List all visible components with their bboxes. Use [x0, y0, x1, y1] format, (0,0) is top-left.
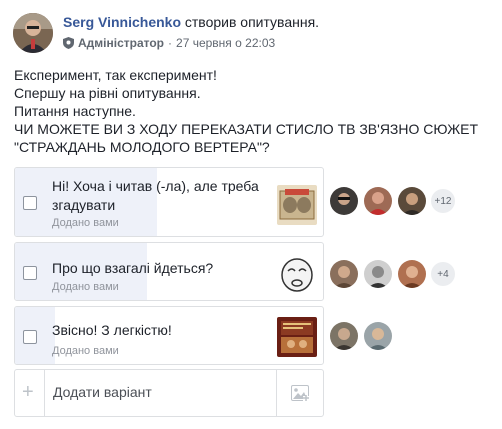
author-name-link[interactable]: Serg Vinnichenko — [63, 14, 181, 30]
poll-option-label-line: Звісно! З легкістю! — [52, 322, 172, 338]
voter-avatar[interactable] — [397, 259, 427, 289]
meta-separator: · — [168, 36, 173, 50]
poll-option-label: Про що взагалі йдеться? — [52, 259, 213, 278]
voter-avatar[interactable] — [329, 321, 359, 351]
poll-option-label: Звісно! З легкістю! — [52, 321, 172, 340]
poll-option-label-line: Ні! Хоча і читав (-ла), але треба — [52, 178, 259, 194]
divider — [276, 370, 277, 416]
post-timestamp[interactable]: 27 червня о 22:03 — [176, 36, 275, 50]
voter-avatar[interactable] — [329, 186, 359, 216]
voter-avatar[interactable] — [363, 186, 393, 216]
poll-option-label-line: Про що взагалі йдеться? — [52, 260, 214, 276]
post-text-line: Експеримент, так експеримент! — [14, 67, 217, 83]
post-text-line: ЧИ МОЖЕТЕ ВИ З ХОДУ ПЕРЕКАЗАТИ СТИСЛО ТВ… — [14, 121, 479, 137]
poll-option-label-line: згадувати — [52, 197, 116, 213]
post-meta: Адміністратор · 27 червня о 22:03 — [63, 36, 275, 50]
shield-icon — [63, 37, 74, 49]
author-role: Адміністратор — [78, 36, 165, 50]
poll-option-checkbox[interactable] — [23, 266, 37, 280]
divider — [44, 370, 45, 416]
post-header: Serg Vinnichenko створив опитування. — [63, 14, 319, 30]
poll-option-added-by: Додано вами — [52, 217, 119, 229]
poll-option[interactable]: Ні! Хоча і читав (-ла), але треба згадув… — [14, 167, 324, 237]
post-text: Експеримент, так експеримент! Спершу на … — [14, 66, 494, 156]
option-image[interactable] — [277, 185, 317, 225]
post-text-line: "СТРАЖДАНЬ МОЛОДОГО ВЕРТЕРА"? — [14, 139, 270, 155]
plus-icon[interactable]: + — [22, 381, 34, 404]
voter-avatar[interactable] — [397, 186, 427, 216]
poll-option-added-by: Додано вами — [52, 345, 119, 357]
more-voters-count[interactable]: +4 — [431, 262, 455, 286]
poll-option-checkbox[interactable] — [23, 330, 37, 344]
voter-avatar[interactable] — [363, 259, 393, 289]
voters-list: +4 — [329, 259, 455, 289]
voter-avatar[interactable] — [329, 259, 359, 289]
post-action-text: створив опитування. — [184, 14, 320, 30]
poll-option-added-by: Додано вами — [52, 281, 119, 293]
voters-list — [329, 321, 397, 351]
author-avatar[interactable] — [13, 13, 53, 53]
post-text-line: Питання наступне. — [14, 103, 136, 119]
poll-option[interactable]: Про що взагалі йдеться? Додано вами — [14, 242, 324, 301]
photo-icon[interactable] — [291, 385, 309, 406]
poll-option[interactable]: Звісно! З легкістю! Додано вами — [14, 306, 324, 365]
add-option-input[interactable] — [51, 378, 275, 406]
poll-option-checkbox[interactable] — [23, 196, 37, 210]
option-image[interactable] — [277, 253, 317, 293]
voters-list: +12 — [329, 186, 455, 216]
more-voters-count[interactable]: +12 — [431, 189, 455, 213]
add-option-row: + — [14, 369, 324, 417]
post-text-line: Спершу на рівні опитування. — [14, 85, 201, 101]
poll-option-label: Ні! Хоча і читав (-ла), але треба згадув… — [52, 177, 259, 215]
option-image[interactable] — [277, 317, 317, 357]
voter-avatar[interactable] — [363, 321, 393, 351]
